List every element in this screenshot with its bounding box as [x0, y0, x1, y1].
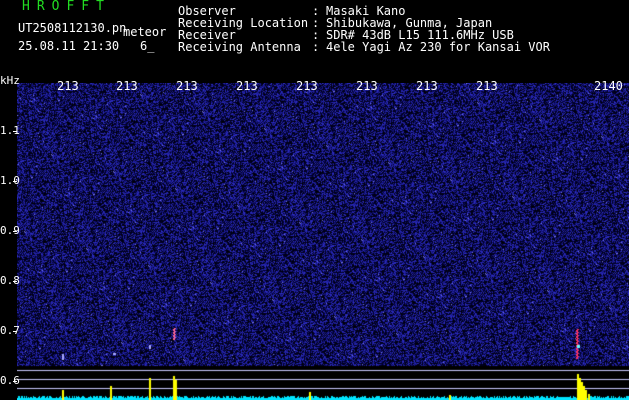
- y-tick: [13, 131, 17, 132]
- app-title: HROFFT: [22, 0, 111, 14]
- time-label: 213: [476, 79, 498, 93]
- time-label: 213: [116, 79, 138, 93]
- y-tick: [13, 181, 17, 182]
- filename-label: UT2508112130.pn: [18, 21, 127, 35]
- mode-label: meteor: [123, 25, 167, 39]
- time-label: 2140: [594, 79, 623, 93]
- y-tick: [13, 281, 17, 282]
- time-label: 213: [356, 79, 378, 93]
- spectrogram-canvas: [17, 83, 629, 400]
- meta-colon: :: [312, 40, 320, 54]
- time-label: 213: [236, 79, 258, 93]
- y-tick: [13, 331, 17, 332]
- meta-label-antenna: Receiving Antenna: [178, 40, 301, 54]
- time-label: 213: [57, 79, 79, 93]
- y-tick: [13, 231, 17, 232]
- y-tick: [13, 381, 17, 382]
- datetime-label: 25.08.11 21:30: [18, 39, 120, 53]
- time-label: 213: [176, 79, 198, 93]
- time-label: 213: [296, 79, 318, 93]
- count-label: 6_: [140, 39, 155, 53]
- time-label: 213: [416, 79, 438, 93]
- axis-unit-label: kHz: [0, 74, 20, 87]
- meta-value-antenna: 4ele Yagi Az 230 for Kansai VOR: [326, 40, 550, 54]
